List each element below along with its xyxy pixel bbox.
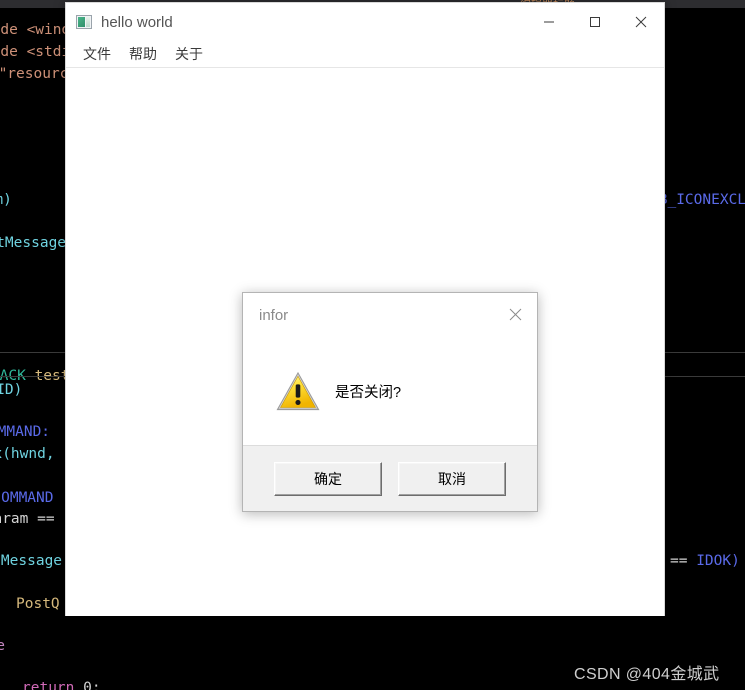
code-token: 0; bbox=[74, 680, 101, 690]
dialog-footer: 确定 取消 bbox=[243, 445, 537, 511]
code-token: PostQ bbox=[16, 596, 60, 612]
app-menubar: 文件 帮助 关于 bbox=[66, 41, 664, 68]
dialog-title: infor bbox=[259, 306, 289, 324]
app-titlebar[interactable]: hello world bbox=[66, 3, 664, 41]
menu-item-file[interactable]: 文件 bbox=[76, 42, 118, 66]
code-token: (Message bbox=[0, 553, 63, 569]
close-button[interactable] bbox=[618, 3, 664, 41]
code-token: else bbox=[0, 638, 5, 654]
app-window-icon bbox=[76, 15, 92, 29]
dialog-close-button[interactable] bbox=[499, 299, 531, 329]
code-token: return bbox=[22, 680, 75, 690]
dialog-message: 是否关闭? bbox=[335, 384, 402, 401]
code-line: msgID) bbox=[0, 380, 22, 402]
maximize-button[interactable] bbox=[572, 3, 618, 41]
screen-root: 编辑器标题 #include <windows.h>#include <stdi… bbox=[0, 0, 745, 690]
code-token: wParam == bbox=[0, 511, 55, 527]
close-icon bbox=[509, 308, 521, 320]
code-line: return 0; bbox=[22, 678, 101, 690]
code-line: PostQ bbox=[16, 594, 60, 616]
minimize-icon bbox=[544, 21, 554, 23]
code-line: else bbox=[0, 636, 5, 658]
window-controls bbox=[526, 3, 664, 41]
code-token: (wParam) bbox=[0, 192, 12, 208]
menu-item-about[interactable]: 关于 bbox=[168, 42, 210, 66]
dialog-titlebar[interactable]: infor bbox=[243, 293, 537, 337]
code-line: Box(hwnd, bbox=[0, 444, 55, 466]
code-line: (wParam) bbox=[0, 190, 12, 212]
code-line: WM_COMMAND: bbox=[0, 422, 50, 444]
close-icon bbox=[635, 16, 647, 28]
code-token: QuitMessage bbox=[0, 235, 67, 251]
minimize-button[interactable] bbox=[526, 3, 572, 41]
menu-item-help[interactable]: 帮助 bbox=[122, 42, 164, 66]
code-line: if (Message bbox=[0, 551, 62, 573]
app-window-title: hello world bbox=[101, 13, 173, 31]
code-token: IDOK) bbox=[696, 553, 740, 569]
code-token: Box(hwnd, bbox=[0, 446, 55, 462]
message-dialog[interactable]: infor 是否关闭? 确定 取消 bbox=[242, 292, 538, 512]
ok-button[interactable]: 确定 bbox=[274, 461, 382, 496]
code-token: msgID) bbox=[0, 382, 23, 398]
code-line: wParam == bbox=[0, 509, 55, 531]
code-token: WM_SYSCOMMAND bbox=[0, 490, 54, 506]
cancel-button[interactable]: 取消 bbox=[398, 461, 506, 496]
warning-triangle-icon bbox=[276, 371, 320, 411]
maximize-icon bbox=[590, 17, 600, 27]
code-line: QuitMessage bbox=[0, 233, 66, 255]
dialog-body: 是否关闭? bbox=[243, 337, 537, 445]
code-line: == IDOK) bbox=[670, 551, 740, 573]
code-line: WM_SYSCOMMAND bbox=[0, 488, 54, 510]
code-token: WM_COMMAND: bbox=[0, 424, 51, 440]
code-token: == bbox=[670, 553, 697, 569]
csdn-watermark: CSDN @404金城武 bbox=[574, 666, 720, 683]
